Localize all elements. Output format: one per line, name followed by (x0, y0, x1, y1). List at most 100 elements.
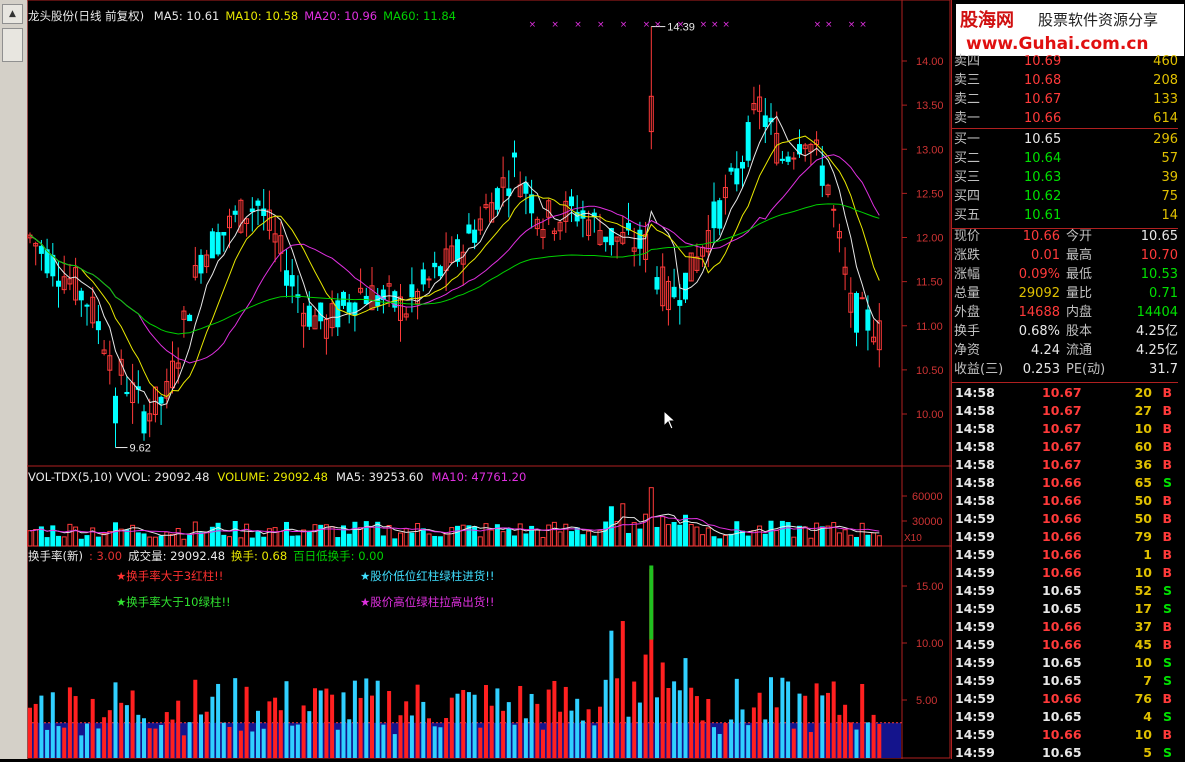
turnover-bar (267, 701, 272, 758)
guhai-logo: 股海网 股票软件资源分享 www.Guhai.com.cn (956, 4, 1184, 56)
svg-text:股海网: 股海网 (959, 9, 1014, 31)
candle-body (249, 208, 255, 212)
volume-bar (392, 538, 398, 547)
tick-time: 14:59 (955, 745, 995, 760)
kline-chart-area[interactable]: 14.00 13.50 13.00 12.50 12.00 11.50 11.00 10.50… (27, 0, 951, 759)
order-price: 10.69 (1024, 54, 1062, 69)
volume-bar (232, 521, 238, 547)
turnover-bar (535, 703, 540, 758)
turnover-bar (330, 694, 335, 758)
candle-body (734, 168, 740, 185)
tick-volume: 1 (1143, 547, 1152, 562)
stat-label: 收益(三) (954, 362, 1004, 377)
candle-body (113, 395, 118, 424)
tick-row: 14:59 10.66 10 B (952, 726, 1178, 744)
turnover-bar (124, 705, 129, 758)
candle-body (859, 297, 865, 300)
scroll-thumb[interactable] (2, 28, 23, 62)
low-marker-label: 9.62 (130, 443, 151, 455)
volume-bar (124, 529, 130, 547)
candle-body (854, 292, 859, 333)
turnover-chart-header: 换手率(新): 3.00 成交量: 29092.48 换手: 0.68 百日低换手: … (28, 548, 390, 564)
main-chart-header: 龙头股份(日线 前复权) MA5: 10.61 MA10: 10.58 MA20: … (28, 8, 456, 24)
volume-bar (295, 535, 301, 547)
tick-volume: 5 (1143, 745, 1152, 760)
turnover-bar (655, 697, 659, 758)
tick-row: 14:59 10.66 45 B (952, 636, 1178, 654)
turnover-bar (615, 678, 620, 758)
stat-value: 29092 (1018, 286, 1060, 301)
tick-volume: 60 (1134, 439, 1152, 454)
tick-volume: 20 (1134, 385, 1152, 400)
stat-row: 涨幅 0.09% 最低 10.53 (952, 266, 1178, 284)
stat-label: 最高 (1066, 248, 1093, 263)
turnover-bar (484, 684, 488, 758)
tick-row: 14:58 10.67 20 B (952, 384, 1178, 402)
tick-price: 10.66 (1042, 475, 1082, 490)
tick-direction: B (1162, 421, 1172, 436)
volume-bar (859, 522, 865, 547)
volume-bar (534, 529, 540, 547)
scroll-up-icon[interactable]: ▲ (2, 4, 23, 24)
turnover-bar (598, 706, 602, 758)
stat-value: 31.7 (1149, 362, 1178, 377)
candle-body (831, 208, 837, 211)
turnover-bar (130, 690, 135, 758)
turnover-bar (164, 712, 169, 758)
stat-value: 0.09% (1018, 267, 1060, 282)
volume-bar (574, 527, 580, 547)
volume-label: VOL-TDX(5,10) VVOL: 29092.48 (28, 470, 210, 484)
volume-bar (403, 528, 409, 547)
turnover-bar (85, 723, 89, 758)
turnover-bar (56, 726, 61, 758)
turnover-bar (843, 704, 848, 758)
turnover-bar (734, 678, 739, 758)
volume-bar (819, 526, 825, 547)
tick-row: 14:59 10.65 17 S (952, 600, 1178, 618)
tick-time: 14:59 (955, 637, 995, 652)
turnover-bar (501, 710, 506, 758)
tick-price: 10.67 (1042, 385, 1082, 400)
ma-label: MA20: 10.96 (304, 9, 378, 23)
turnover-bar (341, 692, 346, 758)
volume-bar (728, 533, 734, 547)
chart-border (27, 0, 951, 759)
volume-bar (705, 527, 711, 547)
candle-body (865, 309, 871, 331)
tick-row: 14:59 10.65 5 S (952, 744, 1178, 762)
y-tick-label: 12.50 (916, 188, 944, 200)
stat-label: 现价 (954, 229, 981, 244)
order-label: 买三 (954, 170, 981, 185)
volume-bar (84, 535, 90, 547)
volume-bar (369, 526, 375, 547)
volume-bar (175, 527, 181, 547)
turnover-bar (603, 679, 608, 758)
turnover-bar (478, 727, 483, 758)
volume-bar (876, 535, 882, 547)
tick-time: 14:59 (955, 655, 995, 670)
turnover-bar (803, 695, 808, 758)
candle-body (232, 210, 238, 215)
candle-body (432, 262, 438, 268)
candle-body (677, 300, 683, 306)
volume-bar (61, 536, 67, 547)
tick-price: 10.65 (1042, 673, 1082, 688)
stat-value: 4.24 (1031, 343, 1060, 358)
stat-label: 股本 (1066, 324, 1093, 339)
candle-body (603, 236, 609, 243)
candle-body (306, 305, 312, 327)
candle-body (84, 304, 90, 307)
signal-mark: × (700, 20, 708, 30)
turnover-bar (643, 654, 648, 758)
volume-bar (244, 523, 250, 547)
vertical-scrollbar[interactable]: ▲ (0, 0, 28, 759)
stat-row: 涨跌 0.01 最高 10.70 (952, 247, 1178, 265)
volume-bar (671, 522, 677, 547)
tick-row: 14:59 10.66 1 B (952, 546, 1178, 564)
order-label: 买四 (954, 189, 981, 204)
tick-row: 14:59 10.65 7 S (952, 672, 1178, 690)
turnover-bar (358, 697, 363, 758)
turnover-bar (831, 681, 836, 758)
candle-body (529, 194, 535, 214)
turnover-bar (102, 717, 107, 758)
